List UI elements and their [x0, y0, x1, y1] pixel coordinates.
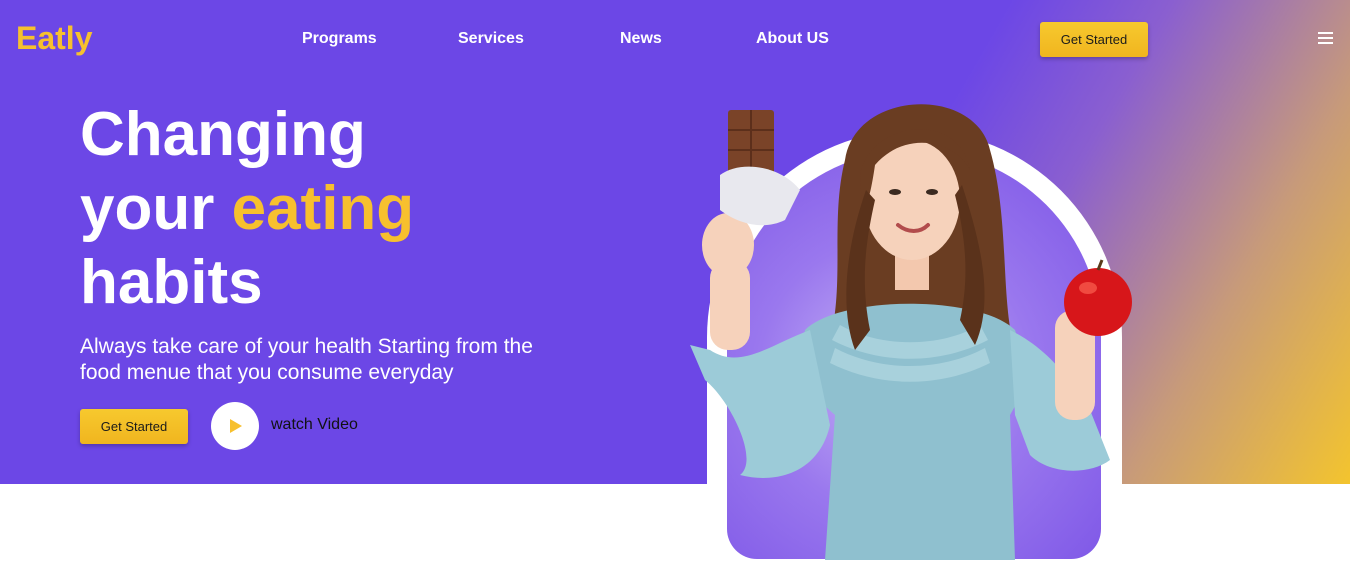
watch-video-link[interactable]: watch Video — [271, 416, 358, 434]
play-video-button[interactable] — [211, 402, 259, 450]
headline-accent-word: eating — [231, 174, 415, 243]
headline-line-2: your eating — [80, 172, 580, 246]
nav-item-services[interactable]: Services — [458, 30, 524, 48]
hero-get-started-button[interactable]: Get Started — [80, 409, 188, 444]
headline-line-2-text: your — [80, 174, 232, 243]
hamburger-icon[interactable] — [1318, 32, 1333, 45]
hero-subtext: Always take care of your health Starting… — [80, 335, 533, 384]
hero-woman-illustration — [690, 104, 1132, 560]
nav-get-started-button[interactable]: Get Started — [1040, 22, 1148, 57]
nav-item-about[interactable]: About US — [756, 30, 829, 48]
nav-item-programs[interactable]: Programs — [302, 30, 377, 48]
nav-item-news[interactable]: News — [620, 30, 662, 48]
headline-line-1: Changing — [80, 100, 366, 169]
play-icon — [230, 419, 242, 433]
hero-headline: Changing your eating habits — [80, 98, 580, 320]
headline-line-3: habits — [80, 248, 263, 317]
